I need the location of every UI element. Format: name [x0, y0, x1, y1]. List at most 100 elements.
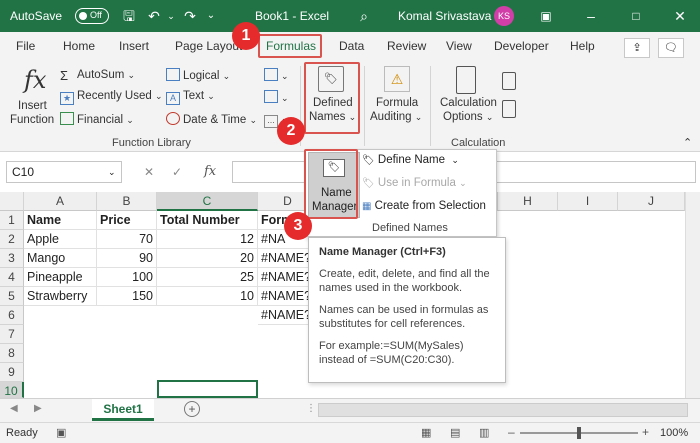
- zoom-level[interactable]: 100%: [660, 427, 688, 439]
- financial-button[interactable]: Financial ⌄: [60, 112, 134, 126]
- autosum-button[interactable]: Σ AutoSum ⌄: [60, 68, 135, 83]
- insert-function-icon[interactable]: fx: [24, 66, 46, 94]
- close-icon[interactable]: ✕: [672, 8, 688, 24]
- collapse-ribbon-icon[interactable]: ⌃: [683, 136, 692, 149]
- save-icon[interactable]: 🖫: [121, 8, 137, 24]
- enter-icon[interactable]: ✓: [172, 165, 182, 179]
- recently-used-button[interactable]: ★ Recently Used ⌄: [60, 90, 163, 105]
- table-cell[interactable]: 90: [97, 249, 157, 268]
- text-button[interactable]: A Text ⌄: [166, 90, 215, 105]
- search-icon[interactable]: ⌕: [356, 8, 372, 24]
- table-cell[interactable]: Strawberry: [24, 287, 97, 306]
- table-cell[interactable]: 25: [157, 268, 258, 287]
- insert-function-label[interactable]: Insert: [18, 100, 47, 112]
- column-header[interactable]: I: [558, 192, 618, 211]
- page-break-view-icon[interactable]: ▥: [479, 426, 489, 439]
- sheet-tab[interactable]: Sheet1: [92, 399, 154, 421]
- add-sheet-icon[interactable]: +: [184, 401, 200, 417]
- row-header[interactable]: 3: [0, 249, 24, 268]
- cancel-icon[interactable]: ✕: [144, 165, 154, 179]
- table-cell[interactable]: Mango: [24, 249, 97, 268]
- lookup-button[interactable]: ⌄: [264, 68, 289, 82]
- tab-file[interactable]: File: [16, 39, 35, 53]
- table-cell[interactable]: 70: [97, 230, 157, 249]
- step-badge-1: 1: [232, 22, 260, 50]
- insert-function-label2[interactable]: Function: [10, 114, 54, 126]
- tab-insert[interactable]: Insert: [119, 39, 149, 53]
- table-header[interactable]: Price: [97, 211, 157, 230]
- comments-button[interactable]: 🗨: [658, 38, 684, 58]
- row-header[interactable]: 8: [0, 344, 24, 363]
- redo-icon[interactable]: ↷: [182, 8, 198, 24]
- normal-view-icon[interactable]: ▦: [421, 426, 431, 439]
- table-cell[interactable]: 10: [157, 287, 258, 306]
- horizontal-scrollbar[interactable]: [318, 403, 688, 417]
- undo-icon[interactable]: ↶: [146, 8, 162, 24]
- calculate-sheet-icon[interactable]: [502, 100, 516, 118]
- logical-button[interactable]: Logical ⌄: [166, 68, 230, 82]
- tab-view[interactable]: View: [446, 39, 472, 53]
- calculate-now-icon[interactable]: [502, 72, 516, 90]
- next-sheet-icon[interactable]: ▶: [34, 403, 42, 414]
- row-header[interactable]: 4: [0, 268, 24, 287]
- calculation-options-label2[interactable]: Options ⌄: [443, 111, 493, 123]
- tab-help[interactable]: Help: [570, 39, 595, 53]
- page-layout-view-icon[interactable]: ▤: [450, 426, 460, 439]
- table-cell[interactable]: Pineapple: [24, 268, 97, 287]
- table-cell[interactable]: 100: [97, 268, 157, 287]
- active-cell[interactable]: [157, 380, 258, 398]
- tab-review[interactable]: Review: [387, 39, 426, 53]
- zoom-in-icon[interactable]: +: [642, 425, 649, 439]
- row-header[interactable]: 10: [0, 382, 24, 398]
- undo-dropdown-icon[interactable]: ⌄: [163, 8, 179, 24]
- tab-data[interactable]: Data: [339, 39, 364, 53]
- date-time-button[interactable]: Date & Time ⌄: [166, 112, 257, 126]
- math-trig-button[interactable]: ⌄: [264, 90, 289, 104]
- maximize-icon[interactable]: □: [628, 8, 644, 24]
- tooltip-title: Name Manager (Ctrl+F3): [319, 246, 446, 258]
- calculation-options-icon[interactable]: [456, 66, 476, 94]
- column-header[interactable]: C: [157, 192, 258, 211]
- row-header[interactable]: 2: [0, 230, 24, 249]
- accessibility-icon[interactable]: ▣: [56, 426, 66, 439]
- column-header[interactable]: A: [24, 192, 97, 211]
- avatar[interactable]: KS: [494, 6, 514, 26]
- ribbon-display-icon[interactable]: ▣: [538, 8, 554, 24]
- use-in-formula-item[interactable]: 🏷 Use in Formula ⌄: [362, 177, 467, 189]
- row-header[interactable]: 6: [0, 306, 24, 325]
- prev-sheet-icon[interactable]: ◀: [10, 403, 18, 414]
- zoom-out-icon[interactable]: –: [508, 425, 515, 439]
- calculation-options-label[interactable]: Calculation: [440, 97, 497, 109]
- vertical-scrollbar[interactable]: [685, 192, 700, 398]
- share-button[interactable]: ⇪: [624, 38, 650, 58]
- create-from-selection-item[interactable]: ▦ Create from Selection: [362, 200, 486, 212]
- table-cell[interactable]: 20: [157, 249, 258, 268]
- column-header[interactable]: J: [618, 192, 685, 211]
- table-header[interactable]: Name: [24, 211, 97, 230]
- name-box[interactable]: C10: [6, 161, 122, 183]
- formula-auditing-label[interactable]: Formula: [376, 97, 418, 109]
- table-header[interactable]: Total Number: [157, 211, 258, 230]
- autosave-toggle[interactable]: Off: [75, 8, 109, 24]
- table-cell[interactable]: 150: [97, 287, 157, 306]
- zoom-slider-thumb[interactable]: [577, 427, 581, 439]
- row-header[interactable]: 9: [0, 363, 24, 382]
- row-header[interactable]: 5: [0, 287, 24, 306]
- formula-auditing-label2[interactable]: Auditing ⌄: [370, 111, 422, 123]
- table-cell[interactable]: Apple: [24, 230, 97, 249]
- column-header[interactable]: H: [498, 192, 558, 211]
- row-header[interactable]: 7: [0, 325, 24, 344]
- name-box-dropdown-icon[interactable]: ⌄: [108, 167, 116, 178]
- column-header[interactable]: B: [97, 192, 157, 211]
- fx-icon[interactable]: fx: [204, 164, 216, 179]
- tab-developer[interactable]: Developer: [494, 39, 549, 53]
- select-all-corner[interactable]: [0, 192, 24, 211]
- table-cell[interactable]: 12: [157, 230, 258, 249]
- minimize-icon[interactable]: –: [583, 8, 599, 24]
- define-name-item[interactable]: 🏷 Define Name ⌄: [362, 154, 459, 166]
- row-header[interactable]: 1: [0, 211, 24, 230]
- formula-auditing-icon[interactable]: ⚠: [384, 66, 410, 92]
- customize-toolbar-icon[interactable]: ⌄: [203, 8, 219, 24]
- sheet-options-icon[interactable]: ⋮: [306, 403, 316, 414]
- tab-home[interactable]: Home: [63, 39, 95, 53]
